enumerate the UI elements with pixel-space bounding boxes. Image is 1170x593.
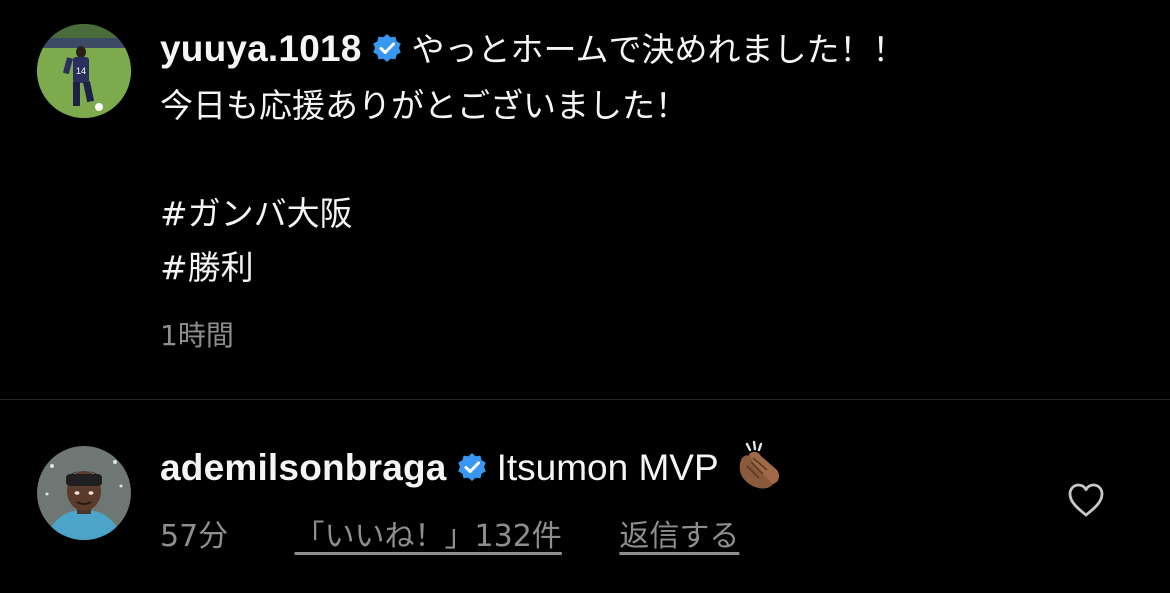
post-timestamp: 1時間 [160,319,234,352]
hashtag-victory[interactable]: #勝利 [160,241,1140,295]
comment-body: ademilsonbraga Itsumon MVP [160,440,785,506]
caption-line-1: yuuya.1018 やっとホームで決めれました！！ [160,22,1140,79]
heart-icon [1068,483,1104,517]
clapping-hands-icon [733,440,785,506]
verified-badge-icon [372,25,402,79]
verified-badge-icon [457,444,487,498]
comment-timestamp: 57分 [160,519,229,554]
hashtag-gamba-osaka[interactable]: #ガンバ大阪 [160,187,1140,241]
comment-author-avatar[interactable] [37,446,131,540]
post-caption-section: 14 yuuya.1018 やっとホームで決めれました！！ 今日も応援ありがとござ… [0,0,1170,400]
svg-text:14: 14 [76,66,86,76]
avatar-image-player: 14 [37,24,131,118]
comment-text: Itsumon MVP [496,447,719,488]
post-caption: yuuya.1018 やっとホームで決めれました！！ 今日も応援ありがとございまし… [160,22,1140,295]
comment-username[interactable]: ademilsonbraga [160,447,447,488]
comment-meta: 57分 「いいね！」132件 返信する [160,515,739,559]
like-comment-button[interactable] [1066,481,1106,519]
caption-line-2: 今日も応援ありがとございました！ [160,86,688,125]
caption-text-line-1: やっとホームで決めれました！！ [411,30,906,69]
section-divider [0,399,1170,400]
post-username[interactable]: yuuya.1018 [160,28,362,69]
reply-button[interactable]: 返信する [619,515,739,559]
post-author-avatar[interactable]: 14 [37,24,131,118]
avatar-image-commenter [37,446,131,540]
comment-likes-link[interactable]: 「いいね！」132件 [295,515,562,559]
